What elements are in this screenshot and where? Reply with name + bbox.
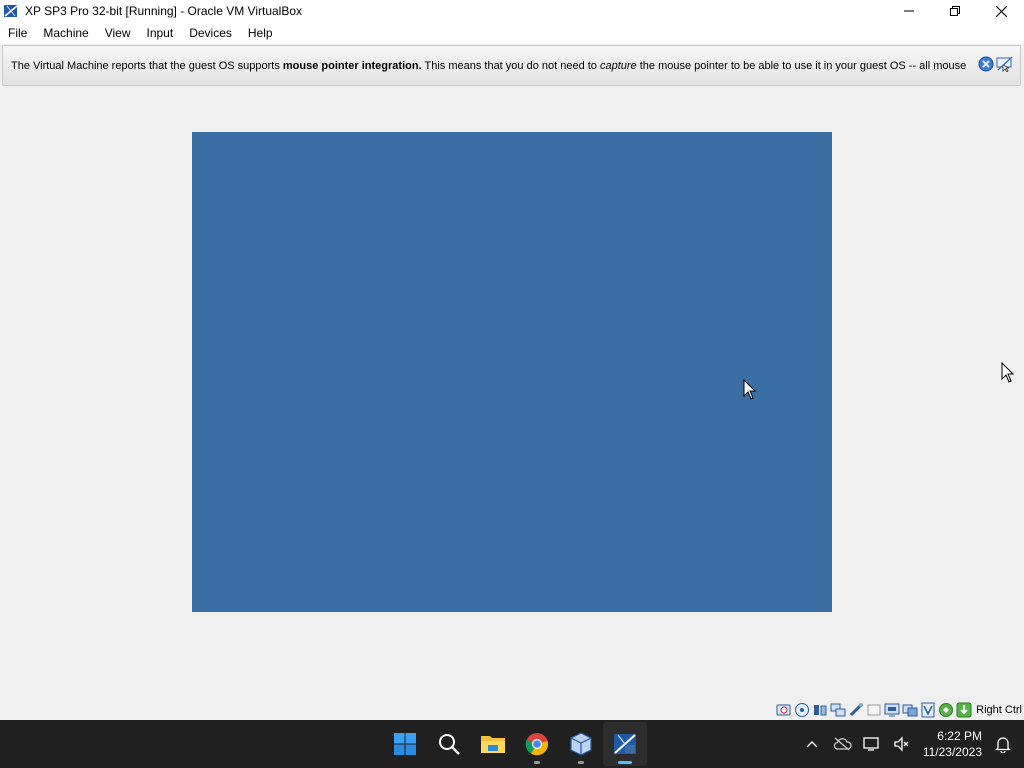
mouse-integration-notice: The Virtual Machine reports that the gue… (2, 45, 1021, 86)
window-title: XP SP3 Pro 32-bit [Running] - Oracle VM … (25, 4, 303, 18)
usb-icon[interactable] (848, 702, 864, 718)
vm-status-bar: Right Ctrl (776, 700, 1022, 720)
menu-help[interactable]: Help (240, 22, 281, 44)
file-explorer-icon (481, 736, 505, 753)
notice-message: The Virtual Machine reports that the gue… (11, 59, 967, 72)
mouse-integration-off-icon (996, 56, 1013, 73)
bell-icon (995, 737, 1011, 753)
close-icon (995, 5, 1007, 17)
network-tray-button[interactable] (857, 724, 887, 764)
host-mouse-cursor-icon (1001, 362, 1015, 383)
host-key-label[interactable]: Right Ctrl (976, 704, 1022, 716)
minimize-button[interactable] (886, 0, 932, 22)
show-hidden-icons-button[interactable] (797, 724, 827, 764)
video-capture-icon[interactable] (902, 702, 918, 718)
display-icon[interactable] (884, 702, 900, 718)
system-tray: 6:22 PM 11/23/2023 (797, 720, 1024, 768)
notice-dont-show-button[interactable] (996, 56, 1014, 75)
chrome-icon (525, 733, 549, 756)
cloud-offline-icon (833, 737, 852, 751)
running-indicator (534, 761, 540, 764)
clock-time: 6:22 PM (937, 729, 982, 743)
taskbar-apps (383, 720, 647, 768)
menu-input[interactable]: Input (139, 22, 182, 44)
virtualbox-xp-icon (4, 5, 18, 17)
network-icon[interactable] (830, 702, 846, 718)
menu-view[interactable]: View (97, 22, 139, 44)
mouse-integration-icon[interactable] (938, 702, 954, 718)
clock-date: 11/23/2023 (922, 745, 982, 759)
running-indicator (578, 761, 584, 764)
notifications-button[interactable] (988, 724, 1018, 764)
virtualbox-xp-vm-icon (614, 734, 636, 754)
volume-muted-icon (894, 736, 909, 752)
notice-close-button[interactable] (978, 56, 994, 75)
chrome-button[interactable] (515, 722, 559, 766)
volume-button[interactable] (887, 724, 917, 764)
clock[interactable]: 6:22 PM 11/23/2023 (923, 728, 982, 760)
notice-buttons (978, 56, 1014, 75)
search-button[interactable] (427, 722, 471, 766)
menu-bar: File Machine View Input Devices Help (0, 22, 1024, 44)
taskbar: 6:22 PM 11/23/2023 (0, 720, 1024, 768)
close-circle-icon (978, 56, 994, 72)
active-indicator (618, 761, 632, 764)
menu-devices[interactable]: Devices (181, 22, 240, 44)
menu-machine[interactable]: Machine (35, 22, 96, 44)
hard-disk-icon[interactable] (776, 702, 792, 718)
close-button[interactable] (978, 0, 1024, 22)
restore-icon (950, 6, 960, 16)
start-button[interactable] (383, 722, 427, 766)
onedrive-button[interactable] (827, 724, 857, 764)
network-monitor-icon (863, 737, 879, 751)
virtualbox-icon (570, 732, 592, 756)
file-explorer-button[interactable] (471, 722, 515, 766)
audio-icon[interactable] (812, 702, 828, 718)
menu-file[interactable]: File (0, 22, 35, 44)
vm-display[interactable] (192, 132, 832, 612)
window-controls (886, 0, 1024, 22)
virtualbox-xp-vm-button[interactable] (603, 722, 647, 766)
start-icon (394, 733, 416, 755)
shared-folders-icon[interactable] (866, 702, 882, 718)
maximize-button[interactable] (932, 0, 978, 22)
keyboard-capture-icon[interactable] (956, 702, 972, 718)
guest-mouse-cursor-icon (743, 379, 756, 400)
title-bar: XP SP3 Pro 32-bit [Running] - Oracle VM … (0, 0, 1024, 22)
minimize-icon (904, 10, 914, 12)
cpu-virtualization-icon[interactable] (920, 702, 936, 718)
optical-drive-icon[interactable] (794, 702, 810, 718)
chevron-up-icon (806, 741, 818, 748)
virtualbox-button[interactable] (559, 722, 603, 766)
search-icon (439, 734, 460, 755)
